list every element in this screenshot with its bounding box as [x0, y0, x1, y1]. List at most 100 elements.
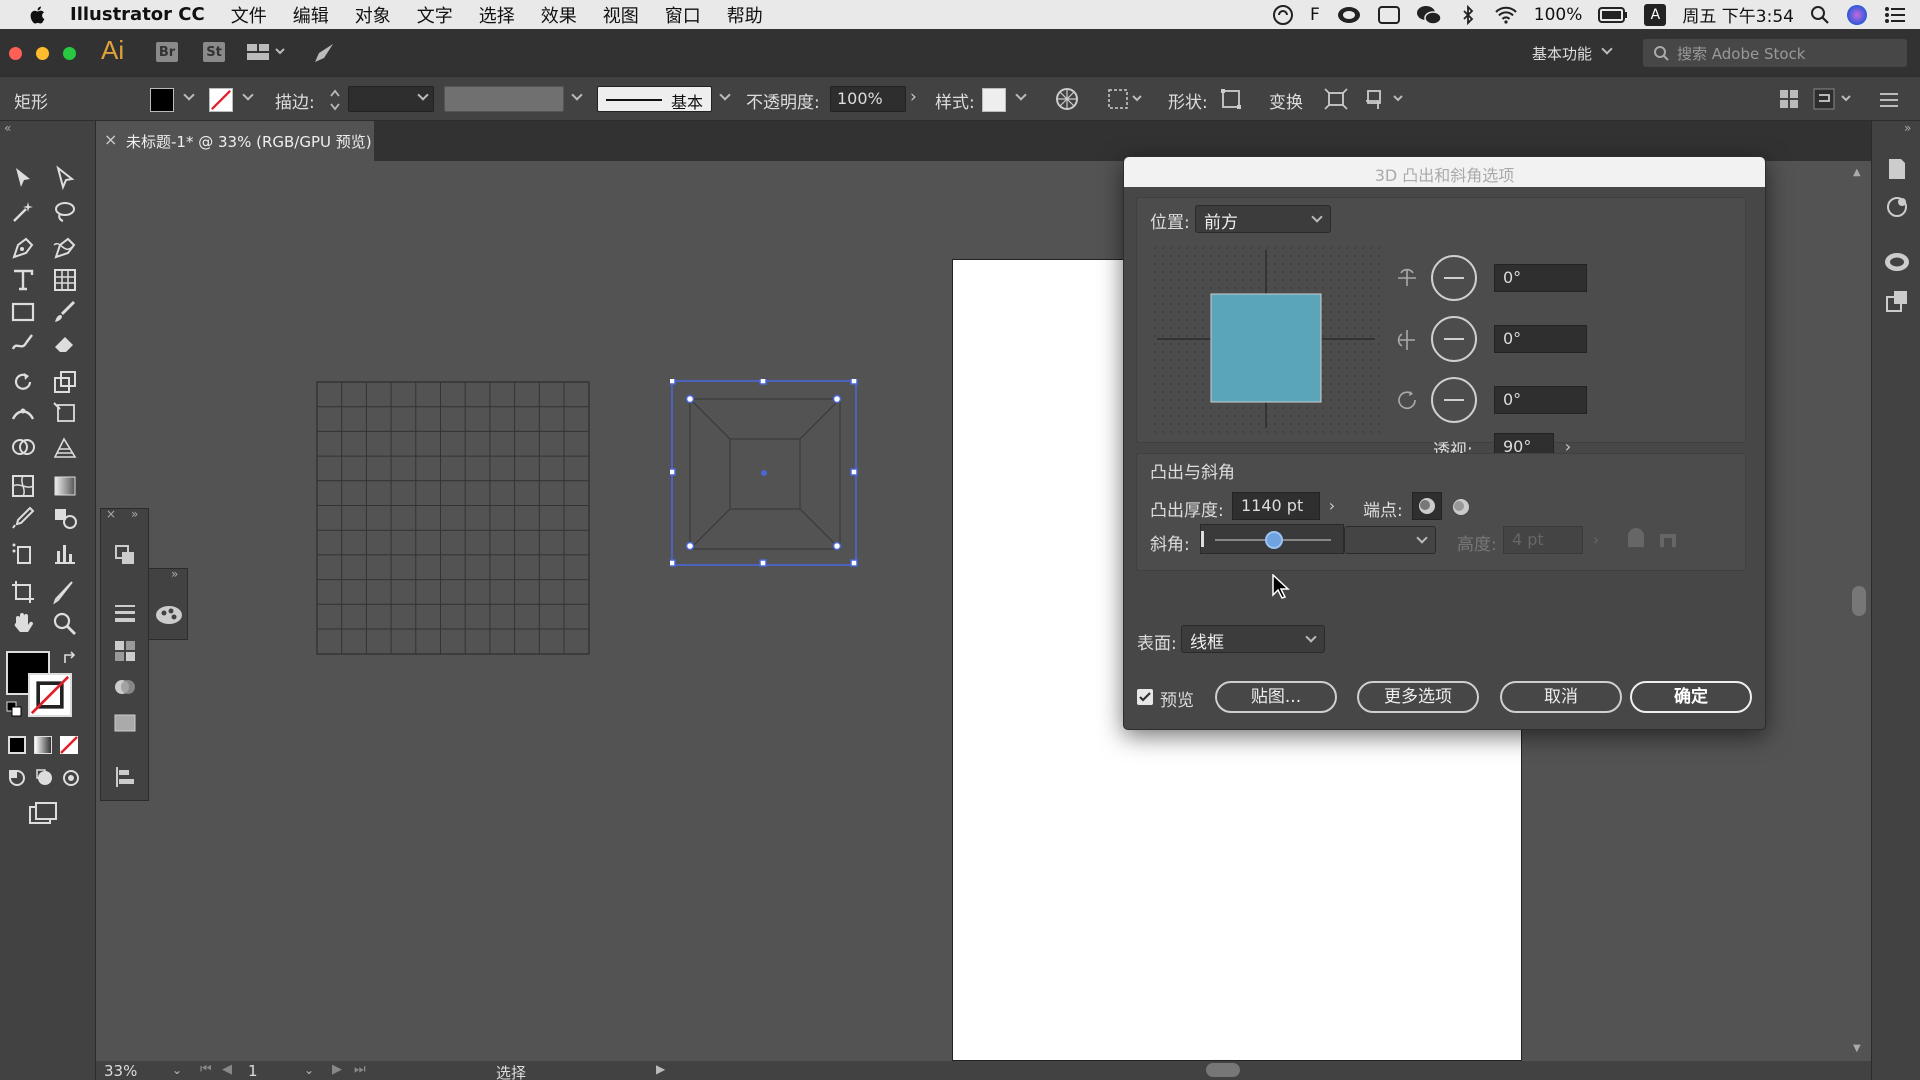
stroke-dropdown-icon[interactable] [243, 91, 253, 101]
x-rotation-field[interactable]: 0° [1494, 264, 1587, 292]
scroll-down-icon[interactable]: ▼ [1853, 1043, 1861, 1054]
color-mode-button[interactable] [8, 736, 26, 754]
cancel-button[interactable]: 取消 [1500, 681, 1622, 713]
vertical-scroll-thumb[interactable] [1852, 586, 1866, 616]
paintbrush-tool-icon[interactable] [52, 299, 78, 325]
free-transform-tool-icon[interactable] [52, 401, 78, 427]
width-tool-icon[interactable] [10, 401, 36, 427]
gradient-panel-icon[interactable] [113, 713, 137, 733]
artboard-dropdown-icon[interactable]: ⌄ [304, 1063, 314, 1077]
curvature-tool-icon[interactable] [52, 235, 78, 261]
close-window-button[interactable] [9, 47, 22, 60]
stroke-weight-stepper[interactable] [328, 87, 342, 113]
bevel-extent-in-icon[interactable] [1657, 528, 1679, 550]
align-to-selection-icon[interactable] [1107, 87, 1143, 111]
menu-help[interactable]: 帮助 [727, 2, 763, 28]
menu-window[interactable]: 窗口 [665, 2, 701, 28]
swap-fill-stroke-icon[interactable] [62, 651, 78, 667]
3d-rotation-preview[interactable] [1151, 244, 1381, 434]
direct-selection-tool-icon[interactable] [52, 165, 78, 191]
notification-center-icon[interactable] [1884, 6, 1906, 24]
shape-label[interactable]: 形状: [1168, 88, 1208, 113]
menu-edit[interactable]: 编辑 [293, 2, 329, 28]
menubar-clock[interactable]: 周五 下午3:54 [1682, 2, 1794, 27]
draw-behind-icon[interactable] [34, 767, 56, 789]
zoom-level-field[interactable]: 33% [104, 1062, 137, 1080]
collapse-panel2-icon[interactable]: » [171, 567, 178, 581]
shaper-tool-icon[interactable] [10, 331, 36, 357]
preview-checkbox[interactable] [1137, 689, 1153, 705]
type-tool-icon[interactable] [10, 267, 36, 293]
scroll-up-icon[interactable]: ▲ [1853, 167, 1861, 178]
artboard-tool-icon[interactable] [10, 579, 36, 605]
align-panel-icon[interactable] [113, 765, 137, 789]
stock-button[interactable]: St [203, 42, 225, 62]
expand-panels-icon[interactable]: » [1904, 121, 1911, 135]
gradient-tool-icon[interactable] [52, 473, 78, 499]
shape-properties-icon[interactable] [1220, 88, 1242, 110]
close-document-icon[interactable]: × [104, 130, 117, 149]
pen-tool-icon[interactable] [10, 235, 36, 261]
blend-tool-icon[interactable] [52, 505, 78, 531]
bevel-popup[interactable] [1200, 524, 1344, 554]
collapse-tools-icon[interactable]: « [4, 121, 11, 135]
recolor-artwork-icon[interactable] [1055, 87, 1079, 111]
status-tool-name[interactable]: 选择 [496, 1062, 526, 1080]
workspace-switcher[interactable]: 基本功能 [1532, 43, 1592, 64]
bluetooth-icon[interactable] [1458, 4, 1478, 25]
bevel-dropdown[interactable] [1344, 526, 1436, 554]
gradient-mode-button[interactable] [34, 736, 52, 754]
extrude-depth-slider-button[interactable]: › [1321, 492, 1343, 520]
mesh-tool-icon[interactable] [10, 473, 36, 499]
menu-file[interactable]: 文件 [231, 2, 267, 28]
fill-dropdown-icon[interactable] [184, 91, 194, 101]
graphic-style-swatch[interactable] [982, 88, 1006, 112]
cap-on-button[interactable] [1412, 492, 1442, 520]
libraries-panel-icon[interactable] [1885, 195, 1909, 219]
scale-tool-icon[interactable] [52, 369, 78, 395]
more-options-button[interactable]: 更多选项 [1357, 681, 1479, 713]
first-artboard-icon[interactable]: ⏮ [200, 1062, 212, 1077]
z-rotation-field[interactable]: 0° [1494, 386, 1587, 414]
shape-builder-tool-icon[interactable] [10, 435, 36, 461]
horizontal-scroll-thumb[interactable] [1206, 1063, 1240, 1077]
apple-icon[interactable] [26, 4, 50, 26]
siri-icon[interactable] [1846, 4, 1868, 26]
swatches-panel-icon[interactable] [113, 639, 137, 663]
preview-label[interactable]: 预览 [1160, 686, 1194, 711]
wifi-icon[interactable] [1494, 6, 1518, 24]
y-rotation-field[interactable]: 0° [1494, 325, 1587, 353]
zoom-tool-icon[interactable] [52, 611, 78, 637]
collapse-panel-icon[interactable]: » [131, 507, 138, 521]
panel-options-icon[interactable] [1812, 87, 1856, 111]
graphic-style-dropdown-icon[interactable] [1016, 91, 1026, 101]
stroke-weight-dropdown-icon[interactable] [418, 91, 428, 101]
creative-cloud-panel-icon[interactable] [1883, 251, 1911, 273]
transform-label[interactable]: 变换 [1269, 88, 1303, 113]
selection-tool-icon[interactable] [10, 165, 36, 191]
document-tab[interactable]: × 未标题-1* @ 33% (RGB/GPU 预览) [96, 121, 374, 161]
workspace-dropdown-icon[interactable] [1602, 45, 1612, 55]
hand-tool-icon[interactable] [10, 611, 36, 637]
display-icon[interactable] [1377, 5, 1400, 24]
asset-export-panel-icon[interactable] [1885, 289, 1909, 313]
perspective-grid-tool-icon[interactable] [52, 435, 78, 461]
opacity-field[interactable]: 100% [830, 86, 906, 112]
status-menu-arrow-icon[interactable]: ▶ [656, 1062, 665, 1076]
menu-effect[interactable]: 效果 [541, 2, 577, 28]
profile-dropdown-icon[interactable] [572, 91, 582, 101]
zoom-window-button[interactable] [63, 47, 76, 60]
isolate-object-icon[interactable] [1364, 87, 1408, 111]
brush-definition-field[interactable]: 基本 [597, 86, 712, 112]
position-dropdown[interactable]: 前方 [1195, 205, 1331, 233]
height-field[interactable]: 4 pt [1503, 526, 1583, 554]
y-rotation-dial[interactable] [1431, 316, 1477, 362]
creative-cloud-icon[interactable] [1336, 5, 1362, 25]
stroke-none-swatch[interactable] [209, 88, 233, 112]
arrange-panels-icon[interactable] [1778, 88, 1800, 110]
surface-dropdown[interactable]: 线框 [1181, 625, 1325, 653]
stroke-panel-icon[interactable] [113, 603, 137, 623]
lasso-tool-icon[interactable] [52, 199, 78, 225]
draw-normal-icon[interactable] [6, 767, 28, 789]
input-method-indicator[interactable]: A [1644, 3, 1667, 26]
